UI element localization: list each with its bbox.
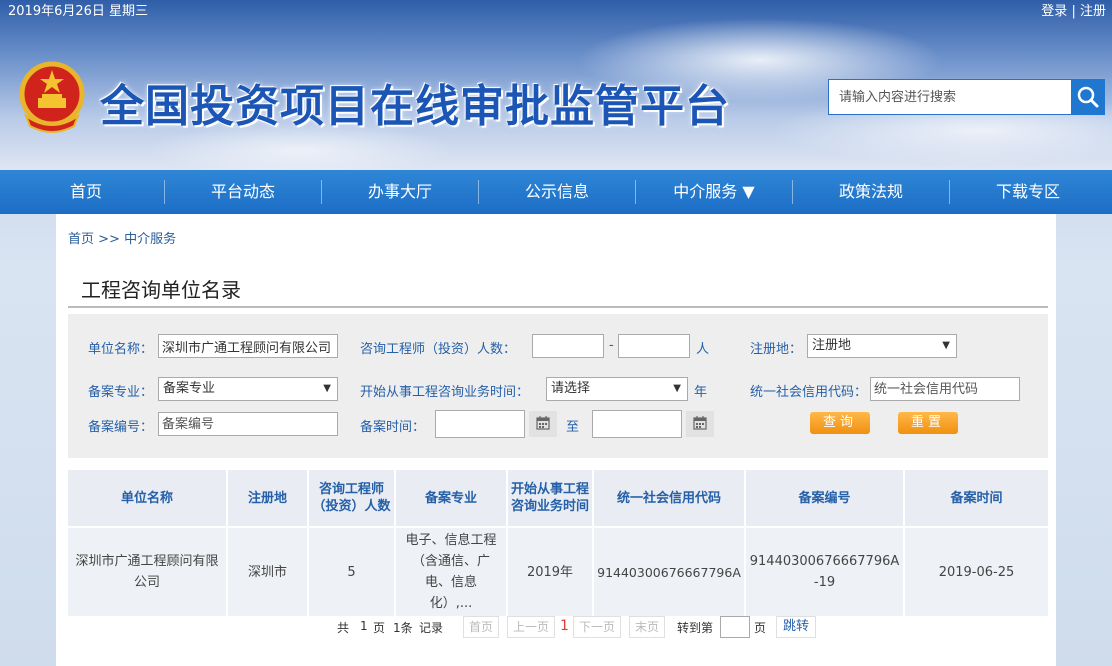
pager-first-button[interactable]: 首页 (463, 616, 499, 638)
calendar-end-button[interactable] (686, 411, 714, 437)
nav-item-intermediary-services[interactable]: 中介服务 ▼ (636, 170, 792, 214)
record-time-end-input[interactable] (592, 410, 682, 438)
nav-item-platform-news[interactable]: 平台动态 (165, 170, 321, 214)
col-start-time: 开始从事工程咨询业务时间 (508, 470, 594, 526)
record-time-start-input[interactable] (435, 410, 525, 438)
page-title: 工程咨询单位名录 (81, 278, 241, 302)
pager-total-pages: 1 (360, 619, 368, 633)
title-divider (68, 306, 1048, 308)
cell-reg-place: 深圳市 (228, 526, 309, 616)
year-unit-label: 年 (694, 385, 708, 400)
cell-record-time: 2019-06-25 (905, 526, 1048, 616)
start-time-label: 开始从事工程咨询业务时间： (360, 385, 530, 400)
cell-unit-name[interactable]: 深圳市广通工程顾问有限公司 (68, 526, 228, 616)
search-icon (1077, 86, 1099, 108)
pager-jump-label: 转到第 (677, 621, 714, 635)
table-row[interactable]: 深圳市广通工程顾问有限公司 深圳市 5 电子、信息工程（含通信、广电、信息化）,… (68, 526, 1048, 616)
col-engineer-count: 咨询工程师（投资）人数 (309, 470, 396, 526)
search-input[interactable] (828, 79, 1072, 115)
pager-record-unit: 记录 (419, 621, 444, 635)
current-date: 2019年6月26日 星期三 (8, 4, 149, 19)
pager-last-button[interactable]: 末页 (629, 616, 665, 638)
cell-credit-code: 91440300676667796A (594, 526, 746, 616)
top-bar: 2019年6月26日 星期三 登录 | 注册 (0, 0, 1112, 24)
pager-next-button[interactable]: 下一页 (573, 616, 621, 638)
breadcrumb-home[interactable]: 首页 (68, 232, 94, 247)
nav-item-public-info[interactable]: 公示信息 (479, 170, 635, 214)
calendar-start-button[interactable] (529, 411, 557, 437)
content-card: 首页 >> 中介服务 工程咨询单位名录 单位名称： 咨询工程师（投资）人数： -… (56, 214, 1056, 666)
start-year-selected: 请选择 (551, 381, 591, 396)
col-credit-code: 统一社会信用代码 (594, 470, 746, 526)
reset-button[interactable]: 重置 (898, 412, 958, 434)
pager-prev-button[interactable]: 上一页 (507, 616, 555, 638)
person-unit-label: 人 (696, 342, 710, 357)
pager-go-button[interactable]: 跳转 (776, 616, 816, 638)
record-no-input[interactable] (158, 412, 338, 436)
auth-separator: | (1071, 4, 1076, 19)
reg-place-label: 注册地： (750, 342, 803, 357)
pager-jump-input[interactable] (720, 616, 750, 638)
breadcrumb: 首页 >> 中介服务 (68, 228, 176, 247)
table-header-row: 单位名称 注册地 咨询工程师（投资）人数 备案专业 开始从事工程咨询业务时间 统… (68, 470, 1048, 526)
unit-name-label: 单位名称： (88, 342, 154, 357)
cell-engineer-count: 5 (309, 526, 396, 616)
national-emblem-icon (19, 61, 85, 133)
specialty-selected: 备案专业 (163, 381, 216, 396)
calendar-icon (693, 416, 707, 430)
to-label: 至 (566, 420, 580, 435)
start-year-select[interactable]: 请选择 ▼ (546, 377, 688, 401)
pager-page-unit: 页 (373, 621, 386, 635)
calendar-icon (536, 416, 550, 430)
col-record-time: 备案时间 (905, 470, 1048, 526)
main-nav: 首页 平台动态 办事大厅 公示信息 中介服务 ▼ 政策法规 下载专区 (0, 170, 1112, 214)
engineer-count-max-input[interactable] (618, 334, 690, 358)
site-title: 全国投资项目在线审批监管平台 (100, 81, 730, 132)
chevron-down-icon: ▼ (673, 383, 681, 394)
reg-place-select[interactable]: 注册地 ▼ (807, 334, 957, 358)
record-time-label: 备案时间： (360, 420, 426, 435)
record-no-label: 备案编号： (88, 420, 154, 435)
specialty-select[interactable]: 备案专业 ▼ (158, 377, 338, 401)
specialty-label: 备案专业： (88, 385, 154, 400)
credit-code-label: 统一社会信用代码： (750, 385, 868, 400)
nav-item-downloads[interactable]: 下载专区 (950, 170, 1106, 214)
nav-item-home[interactable]: 首页 (8, 170, 164, 214)
cell-record-no: 91440300676667796A-19 (746, 526, 905, 616)
breadcrumb-current[interactable]: 中介服务 (124, 232, 176, 247)
query-button[interactable]: 查询 (810, 412, 870, 434)
nav-item-policies[interactable]: 政策法规 (793, 170, 949, 214)
pager-total-prefix: 共 (337, 621, 350, 635)
nav-item-service-hall[interactable]: 办事大厅 (322, 170, 478, 214)
pager-jump-unit: 页 (754, 621, 767, 635)
col-reg-place: 注册地 (228, 470, 309, 526)
pagination: 共 1 页 1条 记录 首页 上一页 1 下一页 末页 转到第 页 跳转 (56, 616, 1056, 642)
results-table: 单位名称 注册地 咨询工程师（投资）人数 备案专业 开始从事工程咨询业务时间 统… (68, 470, 1048, 616)
register-link[interactable]: 注册 (1080, 4, 1106, 19)
reg-place-selected: 注册地 (812, 338, 852, 353)
login-link[interactable]: 登录 (1041, 4, 1067, 19)
pager-current-page[interactable]: 1 (560, 618, 569, 634)
col-unit-name: 单位名称 (68, 470, 228, 526)
engineer-count-min-input[interactable] (532, 334, 604, 358)
header-banner: 2019年6月26日 星期三 登录 | 注册 全国投资项目在线审批监管平台 (0, 0, 1112, 170)
filter-panel: 单位名称： 咨询工程师（投资）人数： - 人 注册地： 注册地 ▼ 备案专业： … (68, 314, 1048, 458)
col-specialty: 备案专业 (396, 470, 508, 526)
engineer-count-label: 咨询工程师（投资）人数： (360, 342, 517, 357)
chevron-down-icon: ▼ (323, 383, 331, 394)
range-dash: - (609, 338, 614, 353)
pager-total-records: 1条 (393, 621, 413, 635)
credit-code-input[interactable] (870, 377, 1020, 401)
search-button[interactable] (1071, 79, 1105, 115)
unit-name-input[interactable] (158, 334, 338, 358)
cell-specialty: 电子、信息工程（含通信、广电、信息化）,... (396, 526, 508, 616)
chevron-down-icon: ▼ (942, 340, 950, 351)
breadcrumb-separator: >> (98, 232, 120, 247)
col-record-no: 备案编号 (746, 470, 905, 526)
auth-links: 登录 | 注册 (1041, 0, 1106, 24)
cell-start-time: 2019年 (508, 526, 594, 616)
